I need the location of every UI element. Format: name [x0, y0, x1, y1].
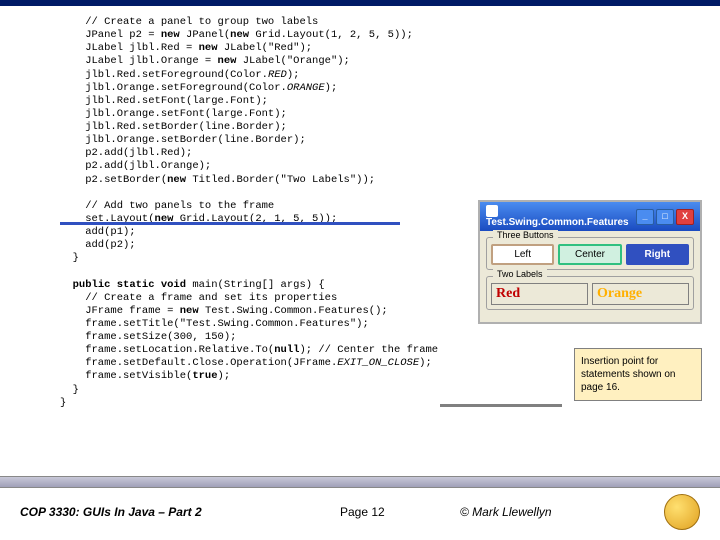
code-line: jlbl.Orange.setBorder(line.Border); — [60, 134, 306, 146]
connector-line — [440, 404, 562, 407]
code-line: } — [60, 397, 66, 409]
center-button[interactable]: Center — [558, 244, 621, 265]
panel-title: Two Labels — [493, 269, 547, 279]
window-body: Three Buttons Left Center Right Two Labe… — [480, 231, 700, 322]
maximize-button[interactable]: □ — [656, 209, 674, 225]
code-line: JFrame frame = new Test.Swing.Common.Fea… — [60, 305, 388, 317]
code-line: JLabel jlbl.Orange = new JLabel("Orange"… — [60, 55, 350, 67]
footer-separator — [0, 476, 720, 488]
panel-title: Three Buttons — [493, 230, 558, 240]
minimize-button[interactable]: _ — [636, 209, 654, 225]
right-button[interactable]: Right — [626, 244, 689, 265]
footer: COP 3330: GUIs In Java – Part 2 Page 12 … — [0, 476, 720, 540]
three-buttons-panel: Three Buttons Left Center Right — [486, 237, 694, 270]
code-line: frame.setVisible(true); — [60, 370, 230, 382]
code-line: p2.setBorder(new Titled.Border("Two Labe… — [60, 174, 375, 186]
window-title: Test.Swing.Common.Features — [486, 217, 629, 228]
swing-window: Test.Swing.Common.Features _ □ X Three B… — [478, 200, 702, 324]
two-labels-panel: Two Labels Red Orange — [486, 276, 694, 310]
page-number: Page 12 — [340, 505, 460, 519]
close-button[interactable]: X — [676, 209, 694, 225]
callout-note: Insertion point for statements shown on … — [574, 348, 702, 401]
code-line: frame.setTitle("Test.Swing.Common.Featur… — [60, 318, 369, 330]
code-line: jlbl.Red.setForeground(Color.RED); — [60, 69, 299, 81]
ucf-logo-icon — [664, 494, 700, 530]
code-line: // Create a panel to group two labels — [60, 16, 318, 28]
code-line: frame.setSize(300, 150); — [60, 331, 236, 343]
code-line: jlbl.Orange.setForeground(Color.ORANGE); — [60, 82, 337, 94]
code-line: JPanel p2 = new JPanel(new Grid.Layout(1… — [60, 29, 413, 41]
code-line: jlbl.Red.setFont(large.Font); — [60, 95, 268, 107]
code-line: } — [60, 384, 79, 396]
red-label: Red — [491, 283, 588, 305]
course-title: COP 3330: GUIs In Java – Part 2 — [20, 505, 340, 519]
code-line: frame.setDefault.Close.Operation(JFrame.… — [60, 357, 432, 369]
copyright: © Mark Llewellyn — [460, 505, 552, 519]
code-line: jlbl.Red.setBorder(line.Border); — [60, 121, 287, 133]
code-line: // Add two panels to the frame — [60, 200, 274, 212]
titlebar: Test.Swing.Common.Features _ □ X — [480, 202, 700, 231]
connector-line — [60, 222, 400, 225]
code-line: frame.setLocation.Relative.To(null); // … — [60, 344, 438, 356]
left-button[interactable]: Left — [491, 244, 554, 265]
code-line: p2.add(jlbl.Red); — [60, 147, 192, 159]
code-line: add(p1); — [60, 226, 136, 238]
code-line: JLabel jlbl.Red = new JLabel("Red"); — [60, 42, 312, 54]
code-line: // Create a frame and set its properties — [60, 292, 337, 304]
code-line: add(p2); — [60, 239, 136, 251]
code-line: jlbl.Orange.setFont(large.Font); — [60, 108, 287, 120]
code-line: public static void main(String[] args) { — [60, 279, 325, 291]
code-line: p2.add(jlbl.Orange); — [60, 160, 211, 172]
java-icon — [486, 205, 498, 217]
code-line: } — [60, 252, 79, 264]
orange-label: Orange — [592, 283, 689, 305]
